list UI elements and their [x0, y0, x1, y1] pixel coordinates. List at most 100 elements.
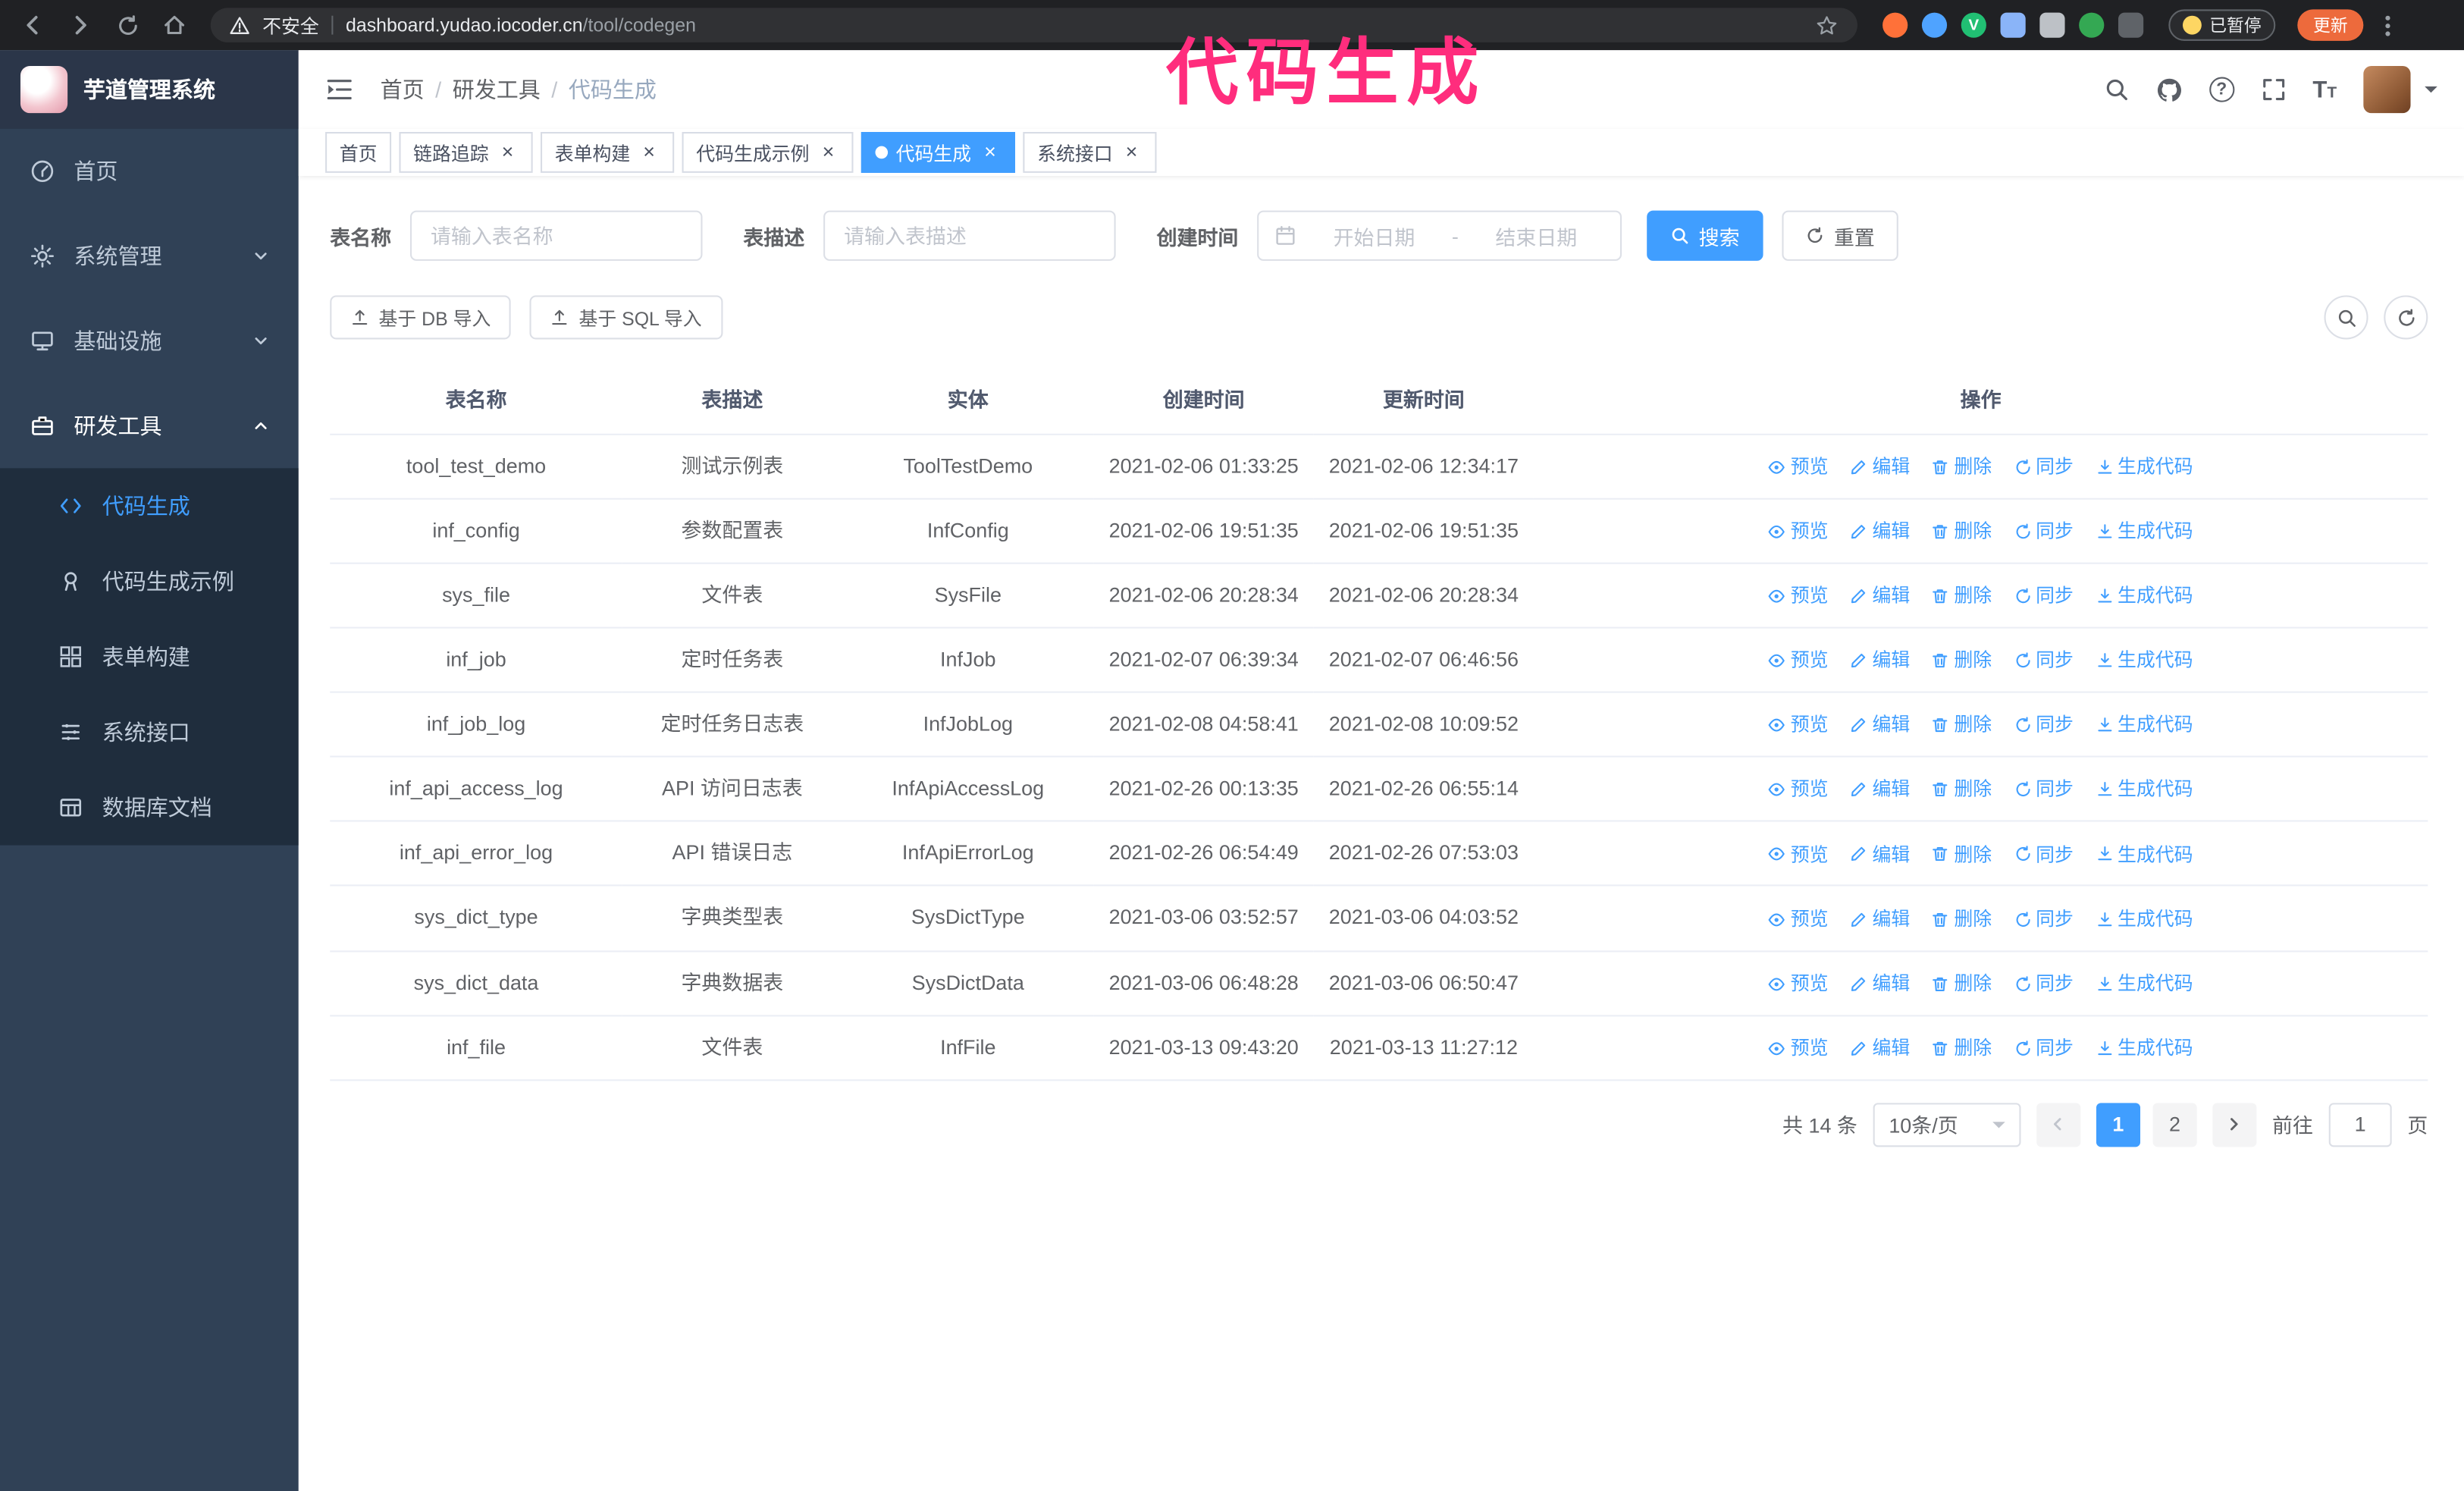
delete-action-link[interactable]: 删除 — [1932, 840, 1992, 870]
delete-action-link[interactable]: 删除 — [1932, 969, 1992, 999]
close-tab-icon[interactable]: × — [497, 141, 519, 163]
page-url[interactable]: dashboard.yudao.iocoder.cn/tool/codegen — [346, 14, 696, 36]
goto-page-input[interactable] — [2328, 1103, 2392, 1147]
forward-button[interactable] — [60, 5, 101, 46]
table-name-input[interactable] — [410, 210, 703, 261]
extensions-puzzle-icon[interactable] — [2118, 12, 2144, 38]
sync-action-link[interactable]: 同步 — [2014, 969, 2074, 999]
import-sql-button[interactable]: 基于 SQL 导入 — [530, 295, 723, 340]
edit-action-link[interactable]: 编辑 — [1851, 840, 1910, 870]
toggle-search-button[interactable] — [2324, 295, 2368, 340]
sync-action-link[interactable]: 同步 — [2014, 582, 2074, 611]
prev-page-button[interactable] — [2036, 1103, 2081, 1147]
bookmark-star-icon[interactable] — [1815, 14, 1839, 37]
preview-action-link[interactable]: 预览 — [1769, 840, 1829, 870]
sidebar-item-codegen-example[interactable]: 代码生成示例 — [0, 544, 299, 619]
edit-action-link[interactable]: 编辑 — [1851, 1034, 1910, 1063]
sync-action-link[interactable]: 同步 — [2014, 905, 2074, 934]
generate-action-link[interactable]: 生成代码 — [2096, 646, 2193, 676]
sync-action-link[interactable]: 同步 — [2014, 775, 2074, 805]
search-icon[interactable] — [2104, 77, 2129, 102]
tag-tab[interactable]: 代码生成 × — [861, 132, 1016, 173]
preview-action-link[interactable]: 预览 — [1769, 516, 1829, 546]
sync-action-link[interactable]: 同步 — [2014, 711, 2074, 740]
breadcrumb-home[interactable]: 首页 — [381, 74, 425, 105]
paused-badge[interactable]: 已暂停 — [2168, 9, 2276, 41]
next-page-button[interactable] — [2212, 1103, 2257, 1147]
address-bar[interactable]: 不安全 dashboard.yudao.iocoder.cn/tool/code… — [210, 8, 1857, 42]
extension-v-icon[interactable]: V — [1961, 12, 1986, 38]
close-tab-icon[interactable]: × — [638, 141, 660, 163]
search-button[interactable]: 搜索 — [1647, 210, 1763, 261]
page-number-button[interactable]: 1 — [2096, 1103, 2140, 1147]
generate-action-link[interactable]: 生成代码 — [2096, 969, 2193, 999]
sidebar-item-home[interactable]: 首页 — [0, 129, 299, 214]
font-size-icon[interactable]: TT — [2312, 78, 2337, 102]
extension-drop-icon[interactable] — [1921, 12, 1948, 38]
edit-action-link[interactable]: 编辑 — [1851, 711, 1910, 740]
tag-tab[interactable]: 系统接口 × — [1023, 132, 1157, 173]
security-label[interactable]: 不安全 — [262, 12, 319, 39]
sidebar-item-codegen[interactable]: 代码生成 — [0, 468, 299, 543]
edit-action-link[interactable]: 编辑 — [1851, 452, 1910, 482]
delete-action-link[interactable]: 删除 — [1932, 516, 1992, 546]
close-tab-icon[interactable]: × — [817, 141, 839, 163]
extension-leaf-icon[interactable] — [2079, 12, 2105, 38]
close-tab-icon[interactable]: × — [979, 141, 1001, 163]
extension-translate-icon[interactable] — [2039, 12, 2065, 38]
sync-action-link[interactable]: 同步 — [2014, 646, 2074, 676]
sidebar-item-api[interactable]: 系统接口 — [0, 695, 299, 770]
collapse-sidebar-icon[interactable] — [325, 77, 353, 102]
edit-action-link[interactable]: 编辑 — [1851, 516, 1910, 546]
preview-action-link[interactable]: 预览 — [1769, 452, 1829, 482]
preview-action-link[interactable]: 预览 — [1769, 582, 1829, 611]
delete-action-link[interactable]: 删除 — [1932, 905, 1992, 934]
tag-tab[interactable]: 首页 — [325, 132, 392, 173]
extension-fox-icon[interactable] — [1882, 12, 1908, 38]
help-icon[interactable]: ? — [2209, 77, 2234, 102]
sync-action-link[interactable]: 同步 — [2014, 840, 2074, 870]
import-db-button[interactable]: 基于 DB 导入 — [330, 295, 512, 340]
sync-action-link[interactable]: 同步 — [2014, 452, 2074, 482]
generate-action-link[interactable]: 生成代码 — [2096, 516, 2193, 546]
extension-people-icon[interactable] — [2000, 12, 2026, 38]
home-button[interactable] — [154, 5, 195, 46]
edit-action-link[interactable]: 编辑 — [1851, 775, 1910, 805]
browser-update-button[interactable]: 更新 — [2297, 9, 2364, 41]
preview-action-link[interactable]: 预览 — [1769, 905, 1829, 934]
refresh-table-button[interactable] — [2384, 295, 2428, 340]
edit-action-link[interactable]: 编辑 — [1851, 969, 1910, 999]
preview-action-link[interactable]: 预览 — [1769, 646, 1829, 676]
sidebar-item-db-doc[interactable]: 数据库文档 — [0, 770, 299, 845]
delete-action-link[interactable]: 删除 — [1932, 711, 1992, 740]
preview-action-link[interactable]: 预览 — [1769, 1034, 1829, 1063]
sidebar-item-system[interactable]: 系统管理 — [0, 214, 299, 299]
sidebar-item-form-builder[interactable]: 表单构建 — [0, 619, 299, 694]
page-number-button[interactable]: 2 — [2152, 1103, 2197, 1147]
browser-menu-icon[interactable] — [2385, 14, 2390, 36]
generate-action-link[interactable]: 生成代码 — [2096, 1034, 2193, 1063]
date-range-picker[interactable]: 开始日期 - 结束日期 — [1257, 210, 1622, 261]
sync-action-link[interactable]: 同步 — [2014, 1034, 2074, 1063]
reload-button[interactable] — [107, 5, 148, 46]
sync-action-link[interactable]: 同步 — [2014, 516, 2074, 546]
edit-action-link[interactable]: 编辑 — [1851, 905, 1910, 934]
generate-action-link[interactable]: 生成代码 — [2096, 582, 2193, 611]
avatar-caret-icon[interactable] — [2425, 86, 2437, 99]
delete-action-link[interactable]: 删除 — [1932, 1034, 1992, 1063]
reset-button[interactable]: 重置 — [1782, 210, 1898, 261]
delete-action-link[interactable]: 删除 — [1932, 582, 1992, 611]
sidebar-item-devtools[interactable]: 研发工具 — [0, 383, 299, 468]
preview-action-link[interactable]: 预览 — [1769, 711, 1829, 740]
delete-action-link[interactable]: 删除 — [1932, 452, 1992, 482]
back-button[interactable] — [13, 5, 54, 46]
generate-action-link[interactable]: 生成代码 — [2096, 905, 2193, 934]
edit-action-link[interactable]: 编辑 — [1851, 646, 1910, 676]
breadcrumb-devtools[interactable]: 研发工具 — [453, 74, 541, 105]
generate-action-link[interactable]: 生成代码 — [2096, 452, 2193, 482]
preview-action-link[interactable]: 预览 — [1769, 969, 1829, 999]
user-avatar[interactable] — [2363, 66, 2411, 114]
table-desc-input[interactable] — [823, 210, 1116, 261]
sidebar-item-infra[interactable]: 基础设施 — [0, 299, 299, 384]
fullscreen-icon[interactable] — [2261, 77, 2286, 102]
